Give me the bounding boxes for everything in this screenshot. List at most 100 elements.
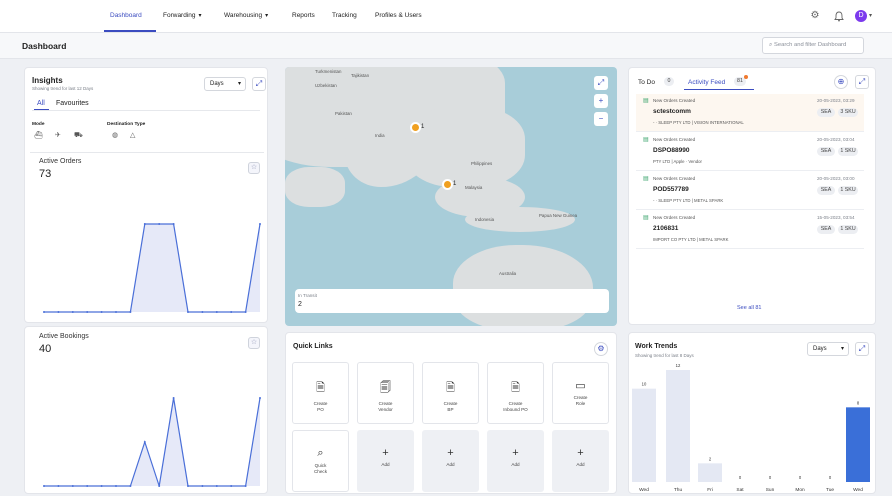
plus-icon: +	[577, 447, 584, 459]
map-label-papua-new-guinea: Papua New Guinea	[539, 213, 578, 218]
ship-icon[interactable]: ⛴	[34, 131, 43, 139]
chevron-down-icon: ▾	[265, 13, 269, 19]
bell-icon[interactable]	[834, 11, 844, 22]
settings-gear-icon[interactable]: ⚙	[809, 10, 821, 22]
map-label-india: India	[375, 133, 385, 138]
destination-type-label: Destination Type	[107, 122, 146, 127]
map-pin-india[interactable]	[410, 122, 421, 133]
plane-icon[interactable]: ✈	[55, 131, 61, 139]
favourite-star-icon[interactable]: ☆	[248, 162, 260, 174]
map-expand-icon[interactable]: ⤢	[594, 76, 608, 90]
quick-link-tile[interactable]: 🗎 Create PO	[292, 362, 349, 424]
feed-item-parties: IMPORT CO PTY LTD | METAL SPARK	[653, 237, 729, 242]
sparkline-point	[71, 311, 74, 313]
feed-item-id[interactable]: DSPO88990	[653, 147, 690, 154]
avatar-initial: D	[858, 12, 864, 19]
quick-link-tile[interactable]: + Add	[422, 430, 479, 492]
divider	[30, 152, 264, 153]
insights-title: Insights	[32, 76, 63, 85]
nav-warehousing[interactable]: Warehousing ▾	[224, 12, 268, 19]
nav-profiles-users[interactable]: Profiles & Users	[375, 12, 422, 19]
nav-reports[interactable]: Reports	[292, 12, 315, 19]
avatar-chevron-icon[interactable]: ▾	[869, 12, 872, 19]
avatar[interactable]: D	[855, 10, 867, 22]
shipment-map[interactable]: Turkmenistan Tajikistan Uzbekistan Pakis…	[285, 67, 617, 326]
sparkline-point	[259, 397, 261, 399]
land-mass-arabia	[285, 167, 345, 207]
feed-item-id[interactable]: sctestcomm	[653, 108, 691, 115]
mode-badge: SEA	[817, 186, 835, 195]
plus-icon: +	[512, 447, 519, 459]
quick-link-tile[interactable]: + Add	[487, 430, 544, 492]
map-pin-malaysia[interactable]	[442, 179, 453, 190]
nav-tracking[interactable]: Tracking	[332, 12, 357, 19]
feed-item-id[interactable]: 2106831	[653, 225, 678, 232]
quick-link-tile[interactable]: 🗎 Create Inbound PO	[487, 362, 544, 424]
bar[interactable]	[666, 370, 690, 482]
sparkline-point	[100, 485, 103, 487]
insights-range-value: Days	[210, 81, 224, 87]
tab-favourites[interactable]: Favourites	[56, 100, 89, 107]
document-icon: ▤	[643, 137, 649, 143]
x-tick-label: Wed	[853, 487, 863, 493]
quick-link-tile[interactable]: 🗎 Create BP	[422, 362, 479, 424]
feed-item-date: 15-05-2023, 03:54	[817, 215, 855, 220]
quick-link-tile[interactable]: + Add	[357, 430, 414, 492]
quick-links-settings-icon[interactable]: ⚙	[594, 342, 608, 356]
search-icon: ⌕	[317, 447, 324, 459]
quick-link-label: Add	[511, 462, 520, 467]
insights-range-select[interactable]: Days ▾	[204, 77, 246, 91]
tab-divider	[32, 110, 260, 111]
feed-item-id[interactable]: POD557789	[653, 186, 689, 193]
zoom-in-button[interactable]: +	[594, 94, 608, 108]
truck-icon[interactable]: ⛟	[74, 131, 83, 140]
sparkline-point	[158, 485, 161, 487]
feed-item-type: New Orders Created	[653, 137, 696, 142]
tab-todo[interactable]: To Do	[638, 79, 655, 86]
sku-badge: 1 SKU	[838, 147, 858, 156]
bar-value-label: 0	[829, 475, 832, 480]
sparkline-point	[201, 311, 204, 313]
bar-value-label: 2	[709, 456, 712, 461]
search-placeholder: Search and filter Dashboard	[774, 42, 847, 48]
crosshair-settings-icon[interactable]: ⊕	[834, 75, 848, 89]
expand-icon[interactable]: ⤢	[855, 342, 869, 356]
active-tab-underline	[684, 89, 754, 90]
see-all-link[interactable]: See all 81	[737, 305, 761, 311]
in-transit-panel	[295, 289, 609, 313]
sparkline-point	[158, 223, 161, 225]
quick-link-tile[interactable]: ▭ Create Role	[552, 362, 609, 424]
globe-icon[interactable]: ◍	[112, 131, 118, 139]
bar[interactable]	[632, 388, 656, 482]
nav-dashboard[interactable]: Dashboard	[110, 12, 142, 19]
bar[interactable]	[698, 463, 722, 482]
document-icon: 🗎	[316, 382, 325, 394]
quick-link-tile[interactable]: ⌕ Quick Check	[292, 430, 349, 492]
plus-icon: +	[447, 447, 454, 459]
top-navbar: Dashboard Forwarding ▾ Warehousing ▾ Repor…	[0, 0, 892, 33]
expand-icon[interactable]: ⤢	[855, 75, 869, 89]
bar-value-label: 0	[769, 475, 772, 480]
sparkline-point	[115, 485, 117, 487]
quick-link-tile[interactable]: + Add	[552, 430, 609, 492]
expand-icon[interactable]: ⤢	[252, 77, 266, 91]
x-tick-label: Sun	[766, 487, 775, 493]
sparkline-point	[187, 311, 189, 313]
work-trends-chart: 10 Wed 12 Thu 2 Fri 0 Sat 0 Sun 0 Mon 0 Tue 8 Wed	[632, 363, 870, 493]
favourite-star-icon[interactable]: ☆	[248, 337, 260, 349]
mode-label: Mode	[32, 122, 45, 127]
nav-forwarding[interactable]: Forwarding ▾	[163, 12, 202, 19]
sparkline-point	[230, 485, 233, 487]
search-input[interactable]: ⌕ Search and filter Dashboard	[762, 37, 864, 54]
document-icon: ▤	[643, 176, 649, 182]
quick-link-tile[interactable]: 🗐 Create Vendor	[357, 362, 414, 424]
bar[interactable]	[846, 407, 870, 482]
tab-activity-feed[interactable]: Activity Feed	[688, 79, 725, 86]
zoom-out-button[interactable]: −	[594, 112, 608, 126]
sparkline-point	[215, 485, 218, 487]
work-trends-range-select[interactable]: Days ▾	[807, 342, 849, 356]
sparkline-point	[259, 223, 261, 225]
tab-all[interactable]: All	[37, 100, 45, 107]
triangle-icon[interactable]: △	[130, 131, 135, 139]
document-icon: ▤	[643, 215, 649, 221]
